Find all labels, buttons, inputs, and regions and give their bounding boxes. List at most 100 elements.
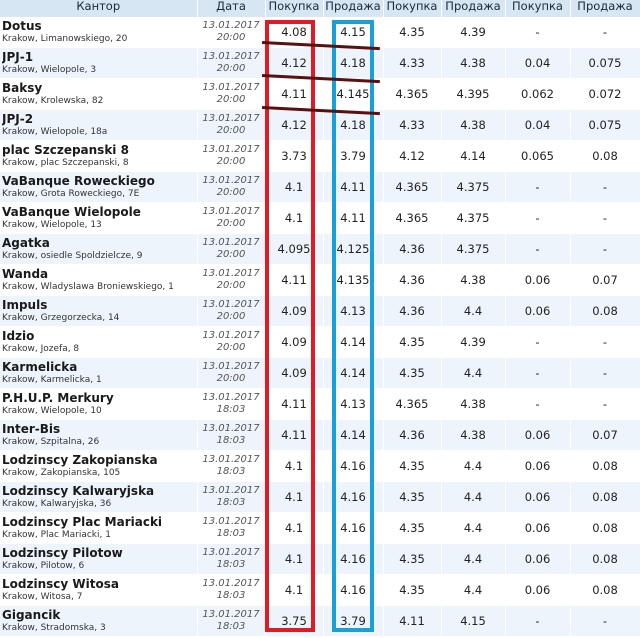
- time-value: 18:03: [216, 621, 246, 632]
- sell-1-cell: 4.15: [323, 17, 384, 48]
- time-value: 18:03: [216, 466, 246, 477]
- sell-2-cell: 4.4: [441, 295, 506, 327]
- buy-3-cell: -: [505, 357, 571, 389]
- table-row[interactable]: Lodzinscy Witosa Krakow, Witosa, 7 13.01.2…: [0, 574, 640, 606]
- col-header-buy-2[interactable]: Покупка: [383, 0, 442, 17]
- sell-2-cell: 4.395: [441, 78, 506, 110]
- kantor-cell: Lodzinscy Kalwaryjska Krakow, Kalwaryjska…: [0, 481, 198, 513]
- table-row[interactable]: Karmelicka Krakow, Karmelicka, 1 13.01.201…: [0, 357, 640, 389]
- kantor-address: Krakow, Stradomska, 3: [2, 623, 106, 633]
- sell-1-cell: 4.16: [323, 450, 384, 482]
- kantor-name[interactable]: Lodzinscy Witosa: [2, 577, 197, 591]
- kantor-name[interactable]: Lodzinscy Plac Mariacki: [2, 515, 197, 529]
- col-header-date[interactable]: Дата: [197, 0, 266, 17]
- kantor-name[interactable]: Lodzinscy Pilotow: [2, 546, 197, 560]
- kantor-name[interactable]: Gigancik: [2, 608, 197, 622]
- kantor-name[interactable]: Impuls: [2, 298, 197, 312]
- kantor-name[interactable]: JPJ-2: [2, 112, 197, 126]
- table-row[interactable]: Gigancik Krakow, Stradomska, 3 13.01.2017 1…: [0, 605, 640, 637]
- buy-1-cell: 4.1: [265, 574, 324, 606]
- kantor-name[interactable]: Idzio: [2, 329, 197, 343]
- table-row[interactable]: Dotus Krakow, Limanowskiego, 20 13.01.2017…: [0, 17, 640, 48]
- table-row[interactable]: P.H.U.P. Merkury Krakow, Wielopole, 10 13.…: [0, 388, 640, 420]
- table-row[interactable]: plac Szczepanski 8 Krakow, plac Szczepans…: [0, 140, 640, 172]
- sell-2-cell: 4.38: [441, 47, 506, 79]
- sell-3-cell: 0.08: [570, 543, 640, 575]
- table-row[interactable]: Wanda Krakow, Wladyslawa Broniewskiego, 1…: [0, 264, 640, 296]
- date-value: 13.01.2017: [202, 485, 260, 496]
- date-cell: 13.01.2017 18:03: [197, 512, 266, 544]
- sell-2-cell: 4.39: [441, 326, 506, 358]
- kantor-address: Krakow, Limanowskiego, 20: [2, 34, 128, 44]
- table-row[interactable]: Lodzinscy Kalwaryjska Krakow, Kalwaryjska…: [0, 481, 640, 513]
- time-value: 20:00: [216, 342, 246, 353]
- kantor-name[interactable]: Inter-Bis: [2, 422, 197, 436]
- table-row[interactable]: VaBanque Wielopole Krakow, Wielopole, 13 1…: [0, 202, 640, 234]
- buy-1-cell: 4.1: [265, 481, 324, 513]
- sell-2-cell: 4.38: [441, 264, 506, 296]
- buy-3-cell: 0.06: [505, 574, 571, 606]
- table-row[interactable]: Agatka Krakow, osiedle Spoldzielcze, 9 13.…: [0, 233, 640, 265]
- buy-1-cell: 4.11: [265, 419, 324, 451]
- sell-2-cell: 4.38: [441, 419, 506, 451]
- sell-1-cell: 3.79: [323, 140, 384, 172]
- kantor-name[interactable]: Lodzinscy Zakopianska: [2, 453, 197, 467]
- kantor-name[interactable]: Agatka: [2, 236, 197, 250]
- table-row[interactable]: Inter-Bis Krakow, Szpitalna, 26 13.01.2017…: [0, 419, 640, 451]
- sell-2-cell: 4.375: [441, 233, 506, 265]
- col-header-buy-1[interactable]: Покупка: [265, 0, 324, 17]
- sell-3-cell: 0.08: [570, 512, 640, 544]
- buy-1-cell: 3.75: [265, 605, 324, 637]
- kantor-name[interactable]: VaBanque Wielopole: [2, 205, 197, 219]
- sell-3-cell: 0.07: [570, 264, 640, 296]
- buy-3-cell: -: [505, 17, 571, 48]
- kantor-name[interactable]: P.H.U.P. Merkury: [2, 391, 197, 405]
- buy-2-cell: 4.35: [383, 543, 442, 575]
- table-row[interactable]: JPJ-1 Krakow, Wielopole, 3 13.01.2017 20:00…: [0, 47, 640, 79]
- col-header-sell-1[interactable]: Продажа: [323, 0, 384, 17]
- buy-3-cell: 0.06: [505, 419, 571, 451]
- table-row[interactable]: VaBanque Roweckiego Krakow, Grota Rowecki…: [0, 171, 640, 203]
- table-row[interactable]: Lodzinscy Plac Mariacki Krakow, Plac Mari…: [0, 512, 640, 544]
- sell-1-cell: 4.16: [323, 481, 384, 513]
- exchange-rates-table: Кантор Дата Покупка Продажа Покупка Прод…: [0, 0, 640, 637]
- table-row[interactable]: Idzio Krakow, Jozefa, 8 13.01.2017 20:00 4.0…: [0, 326, 640, 358]
- kantor-address: Krakow, Jozefa, 8: [2, 344, 80, 354]
- buy-1-cell: 4.09: [265, 357, 324, 389]
- col-header-kantor[interactable]: Кантор: [0, 0, 198, 17]
- kantor-cell: Dotus Krakow, Limanowskiego, 20: [0, 17, 198, 48]
- kantor-name[interactable]: Baksy: [2, 81, 197, 95]
- buy-3-cell: 0.06: [505, 264, 571, 296]
- col-header-buy-3[interactable]: Покупка: [505, 0, 571, 17]
- date-cell: 13.01.2017 18:03: [197, 419, 266, 451]
- kantor-name[interactable]: VaBanque Roweckiego: [2, 174, 197, 188]
- kantor-address: Krakow, Grota Roweckiego, 7E: [2, 189, 140, 199]
- kantor-name[interactable]: Lodzinscy Kalwaryjska: [2, 484, 197, 498]
- table-row[interactable]: JPJ-2 Krakow, Wielopole, 18a 13.01.2017 20:…: [0, 109, 640, 141]
- table-row[interactable]: Baksy Krakow, Krolewska, 82 13.01.2017 20:0…: [0, 78, 640, 110]
- kantor-name[interactable]: Karmelicka: [2, 360, 197, 374]
- date-value: 13.01.2017: [202, 361, 260, 372]
- table-row[interactable]: Lodzinscy Zakopianska Krakow, Zakopianska…: [0, 450, 640, 482]
- col-header-sell-2[interactable]: Продажа: [441, 0, 506, 17]
- date-cell: 13.01.2017 20:00: [197, 47, 266, 79]
- table-row[interactable]: Impuls Krakow, Grzegorzecka, 14 13.01.2017…: [0, 295, 640, 327]
- sell-1-cell: 4.16: [323, 574, 384, 606]
- time-value: 20:00: [216, 32, 246, 43]
- col-header-sell-3[interactable]: Продажа: [570, 0, 640, 17]
- sell-1-cell: 4.13: [323, 295, 384, 327]
- kantor-name[interactable]: plac Szczepanski 8: [2, 143, 197, 157]
- sell-2-cell: 4.4: [441, 357, 506, 389]
- date-cell: 13.01.2017 18:03: [197, 481, 266, 513]
- buy-3-cell: 0.04: [505, 109, 571, 141]
- kantor-address: Krakow, Kalwaryjska, 36: [2, 499, 112, 509]
- table-row[interactable]: Lodzinscy Pilotow Krakow, Pilotow, 6 13.01…: [0, 543, 640, 575]
- kantor-address: Krakow, Krolewska, 82: [2, 96, 104, 106]
- kantor-name[interactable]: Dotus: [2, 19, 197, 33]
- kantor-cell: VaBanque Wielopole Krakow, Wielopole, 13: [0, 202, 198, 234]
- kantor-address: Krakow, plac Szczepanski, 8: [2, 158, 129, 168]
- kantor-name[interactable]: Wanda: [2, 267, 197, 281]
- date-value: 13.01.2017: [202, 423, 260, 434]
- kantor-name[interactable]: JPJ-1: [2, 50, 197, 64]
- buy-1-cell: 3.73: [265, 140, 324, 172]
